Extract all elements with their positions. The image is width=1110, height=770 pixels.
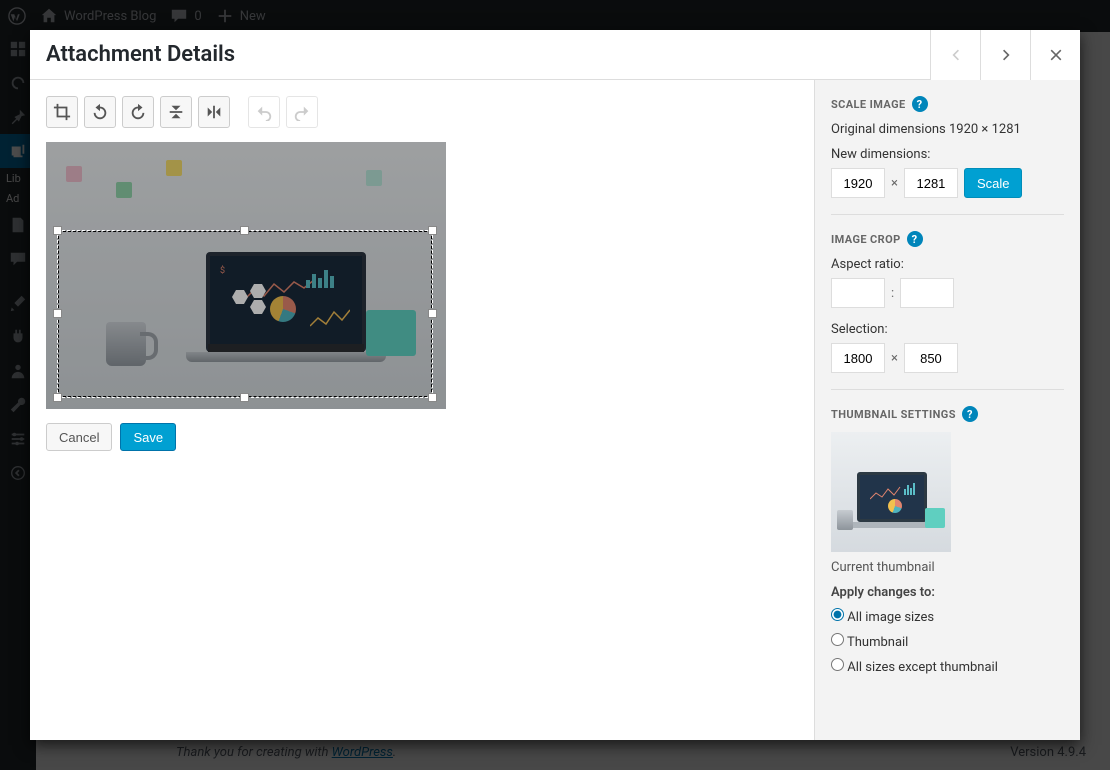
details-panel: SCALE IMAGE ? Original dimensions 1920 ×… xyxy=(814,80,1080,740)
chevron-left-icon xyxy=(948,47,964,63)
modal-header: Attachment Details xyxy=(30,30,1080,80)
undo-icon xyxy=(255,103,273,121)
flip-vertical-button[interactable] xyxy=(160,96,192,128)
apply-option-except[interactable]: All sizes except thumbnail xyxy=(831,658,1064,675)
apply-option-thumb[interactable]: Thumbnail xyxy=(831,633,1064,650)
aspect-separator: : xyxy=(891,286,894,301)
current-thumb-label: Current thumbnail xyxy=(831,560,1064,575)
scale-heading: SCALE IMAGE xyxy=(831,98,906,111)
current-thumbnail xyxy=(831,432,951,552)
apply-changes-label: Apply changes to: xyxy=(831,585,1064,600)
selection-separator: × xyxy=(891,351,898,366)
modal-title: Attachment Details xyxy=(30,42,235,67)
crop-handle-ne[interactable] xyxy=(428,226,437,235)
apply-option-thumb-label: Thumbnail xyxy=(847,635,908,650)
chevron-right-icon xyxy=(998,47,1014,63)
flip-vertical-icon xyxy=(167,103,185,121)
modal-nav xyxy=(930,30,1080,79)
crop-handle-s[interactable] xyxy=(240,393,249,402)
rotate-right-icon xyxy=(129,103,147,121)
selection-height-input[interactable] xyxy=(904,343,958,373)
image-editor: $ xyxy=(30,80,814,740)
next-attachment-button[interactable] xyxy=(980,30,1030,80)
apply-option-all[interactable]: All image sizes xyxy=(831,608,1064,625)
crop-handle-sw[interactable] xyxy=(53,393,62,402)
modal-body: $ xyxy=(30,80,1080,740)
crop-handle-nw[interactable] xyxy=(53,226,62,235)
crop-button[interactable] xyxy=(46,96,78,128)
aspect-height-input[interactable] xyxy=(900,278,954,308)
crop-selection[interactable] xyxy=(57,230,433,398)
attachment-details-modal: Attachment Details xyxy=(30,30,1080,740)
crop-handle-e[interactable] xyxy=(428,309,437,318)
prev-attachment-button[interactable] xyxy=(930,30,980,80)
flip-horizontal-button[interactable] xyxy=(198,96,230,128)
apply-radio-except[interactable] xyxy=(831,658,844,671)
crop-handle-w[interactable] xyxy=(53,309,62,318)
scale-height-input[interactable] xyxy=(904,168,958,198)
apply-option-except-label: All sizes except thumbnail xyxy=(847,660,998,675)
undo-button[interactable] xyxy=(248,96,280,128)
flip-horizontal-icon xyxy=(205,103,223,121)
original-dim-value: 1920 × 1281 xyxy=(949,122,1021,137)
crop-handle-se[interactable] xyxy=(428,393,437,402)
editor-toolbar xyxy=(46,96,798,128)
redo-button[interactable] xyxy=(286,96,318,128)
selection-width-input[interactable] xyxy=(831,343,885,373)
close-modal-button[interactable] xyxy=(1030,30,1080,80)
aspect-label: Aspect ratio: xyxy=(831,257,1064,272)
new-dim-label: New dimensions: xyxy=(831,147,1064,162)
selection-label: Selection: xyxy=(831,322,1064,337)
apply-option-all-label: All image sizes xyxy=(847,610,934,625)
editor-actions: Cancel Save xyxy=(46,423,798,451)
crop-heading: IMAGE CROP xyxy=(831,233,901,246)
redo-icon xyxy=(293,103,311,121)
thumb-heading: THUMBNAIL SETTINGS xyxy=(831,408,956,421)
thumb-help-icon[interactable]: ? xyxy=(962,406,978,422)
aspect-width-input[interactable] xyxy=(831,278,885,308)
save-button[interactable]: Save xyxy=(120,423,176,451)
apply-radio-thumb[interactable] xyxy=(831,633,844,646)
crop-icon xyxy=(53,103,71,121)
apply-radio-all[interactable] xyxy=(831,608,844,621)
rotate-right-button[interactable] xyxy=(122,96,154,128)
scale-help-icon[interactable]: ? xyxy=(912,96,928,112)
crop-help-icon[interactable]: ? xyxy=(907,231,923,247)
rotate-left-icon xyxy=(91,103,109,121)
image-canvas[interactable]: $ xyxy=(46,142,446,409)
cancel-button[interactable]: Cancel xyxy=(46,423,112,451)
scale-separator: × xyxy=(891,176,898,191)
rotate-left-button[interactable] xyxy=(84,96,116,128)
close-icon xyxy=(1048,47,1064,63)
original-dim-prefix: Original dimensions xyxy=(831,122,949,137)
scale-width-input[interactable] xyxy=(831,168,885,198)
crop-handle-n[interactable] xyxy=(240,226,249,235)
scale-button[interactable]: Scale xyxy=(964,168,1023,198)
